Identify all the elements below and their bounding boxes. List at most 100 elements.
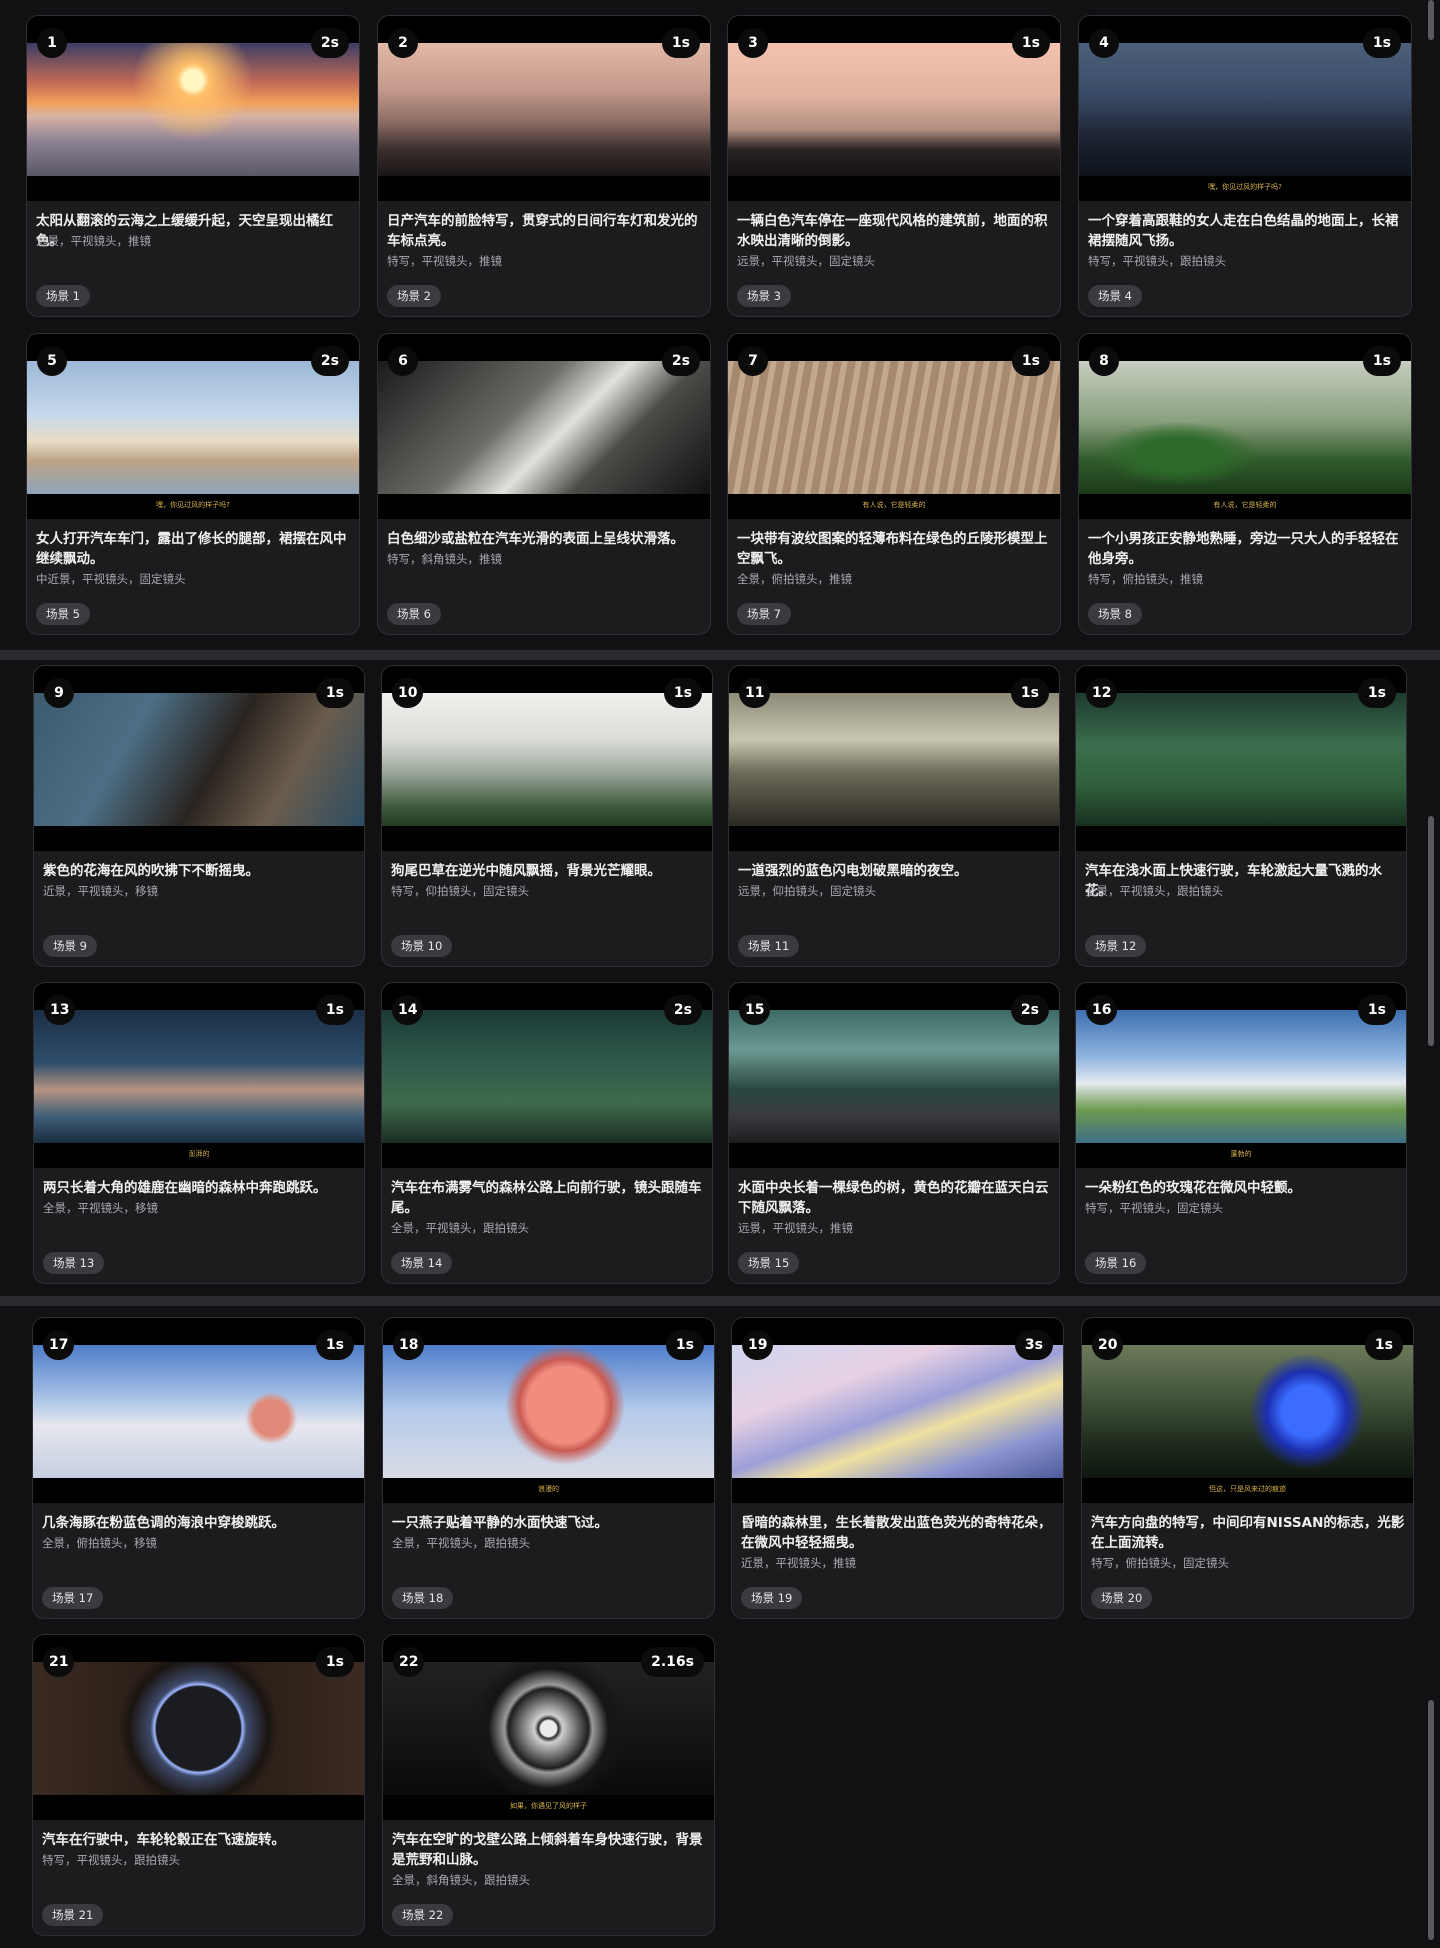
scene-card[interactable]: 2 1s 日产汽车的前脸特写，贯穿式的日间行车灯和发光的车标点亮。 特写，平视镜头，推… <box>377 15 711 317</box>
scene-thumbnail[interactable]: 1 2s <box>27 16 359 201</box>
scene-shot-tags: 全景，俯拍镜头，推镜 <box>737 572 852 586</box>
scene-card[interactable]: 11 1s 一道强烈的蓝色闪电划破黑暗的夜空。 远景，仰拍镜头，固定镜头 场景 11 <box>728 665 1060 967</box>
scene-card[interactable]: 15 2s 水面中央长着一棵绿色的树，黄色的花瓣在蓝天白云下随风飘落。 远景，平视镜头… <box>728 982 1060 1284</box>
scene-description: 汽车在布满雾气的森林公路上向前行驶，镜头跟随车尾。 <box>391 1180 702 1216</box>
scene-thumbnail[interactable]: 14 2s <box>382 983 712 1168</box>
scene-image <box>27 43 359 176</box>
scene-label-chip[interactable]: 场景 5 <box>36 603 90 625</box>
scene-card[interactable]: 1 2s 太阳从翻滚的云海之上缓缓升起，天空呈现出橘红色。 远景，平视镜头，推镜 场景 … <box>26 15 360 317</box>
scene-thumbnail[interactable]: 12 1s <box>1076 666 1406 851</box>
scene-shot-tags: 全景，俯拍镜头，移镜 <box>42 1536 157 1550</box>
scene-thumbnail[interactable]: 嘿，你见过风的样子吗? 4 1s <box>1079 16 1411 201</box>
scene-thumbnail[interactable]: 嘿，你见过风的样子吗? 5 2s <box>27 334 359 519</box>
scene-label-chip[interactable]: 场景 7 <box>737 603 791 625</box>
scene-label-chip[interactable]: 场景 13 <box>43 1252 105 1274</box>
scene-shot-tags: 远景，平视镜头，推镜 <box>36 234 151 248</box>
scene-label-chip[interactable]: 场景 9 <box>43 935 97 957</box>
scene-label-chip[interactable]: 场景 11 <box>738 935 800 957</box>
scene-subtitle: 浪漫的 <box>538 1485 559 1493</box>
scene-subtitle: 嘿，你见过风的样子吗? <box>1208 183 1282 191</box>
scene-thumbnail[interactable]: 有人说，它是轻柔的 8 1s <box>1079 334 1411 519</box>
scene-thumbnail[interactable]: 11 1s <box>729 666 1059 851</box>
scene-thumbnail[interactable]: 3 1s <box>728 16 1060 201</box>
scene-card[interactable]: 21 1s 汽车在行驶中，车轮轮毂正在飞速旋转。 特写，平视镜头，跟拍镜头 场景 21 <box>32 1634 365 1936</box>
scene-card[interactable]: 嘿，你见过风的样子吗? 5 2s 女人打开汽车车门，露出了修长的腿部，裙摆在风中继续飘… <box>26 333 360 635</box>
scene-label-chip[interactable]: 场景 14 <box>391 1252 453 1274</box>
scene-label-chip[interactable]: 场景 1 <box>36 285 90 307</box>
scene-label-chip[interactable]: 场景 12 <box>1085 935 1147 957</box>
scene-label-chip[interactable]: 场景 19 <box>741 1587 803 1609</box>
scene-label-chip[interactable]: 场景 22 <box>392 1904 454 1926</box>
scene-card[interactable]: 12 1s 汽车在浅水面上快速行驶，车轮激起大量飞溅的水花。 全景，平视镜头，跟拍镜头… <box>1075 665 1407 967</box>
scene-description: 汽车在空旷的戈壁公路上倾斜着车身快速行驶，背景是荒野和山脉。 <box>392 1832 703 1868</box>
scene-label-chip[interactable]: 场景 18 <box>392 1587 454 1609</box>
scene-card[interactable]: 14 2s 汽车在布满雾气的森林公路上向前行驶，镜头跟随车尾。全景，平视镜头，跟拍镜… <box>381 982 713 1284</box>
scene-thumbnail[interactable]: 15 2s <box>729 983 1059 1168</box>
scene-thumbnail[interactable]: 但这，只是风来过的痕迹 20 1s <box>1082 1318 1413 1503</box>
scene-label-chip[interactable]: 场景 6 <box>387 603 441 625</box>
scene-thumbnail[interactable]: 10 1s <box>382 666 712 851</box>
scene-label-chip[interactable]: 场景 20 <box>1091 1587 1153 1609</box>
scene-duration-badge: 1s <box>663 678 702 708</box>
scene-label-chip[interactable]: 场景 21 <box>42 1904 104 1926</box>
scene-duration-badge: 1s <box>1362 346 1401 376</box>
scene-image <box>34 1010 364 1143</box>
scene-card[interactable]: 嘿，你见过风的样子吗? 4 1s 一个穿着高跟鞋的女人走在白色结晶的地面上，长裙裙摆随… <box>1078 15 1412 317</box>
scene-shot-tags: 全景，斜角镜头，跟拍镜头 <box>392 1873 530 1887</box>
scene-label-chip[interactable]: 场景 3 <box>737 285 791 307</box>
scene-thumbnail[interactable]: 9 1s <box>34 666 364 851</box>
scene-duration-badge: 1s <box>1357 995 1396 1025</box>
scene-thumbnail[interactable]: 17 1s <box>33 1318 364 1503</box>
scene-card[interactable]: 17 1s 几条海豚在粉蓝色调的海浪中穿梭跳跃。 全景，俯拍镜头，移镜 场景 17 <box>32 1317 365 1619</box>
scene-thumbnail[interactable]: 有人说，它是轻柔的 7 1s <box>728 334 1060 519</box>
scene-shot-tags: 特写，平视镜头，跟拍镜头 <box>42 1853 180 1867</box>
scene-card[interactable]: 浪漫的 18 1s 一只燕子贴着平静的水面快速飞过。 全景，平视镜头，跟拍镜头 场景 18 <box>382 1317 715 1619</box>
scene-card[interactable]: 3 1s 一辆白色汽车停在一座现代风格的建筑前，地面的积水映出清晰的倒影。 远景，平视… <box>727 15 1061 317</box>
scene-label-chip[interactable]: 场景 16 <box>1085 1252 1147 1274</box>
scene-description: 一辆白色汽车停在一座现代风格的建筑前，地面的积水映出清晰的倒影。 <box>737 213 1048 249</box>
scene-duration-badge: 1s <box>1011 346 1050 376</box>
scene-shot-tags: 全景，平视镜头，移镜 <box>43 1201 158 1215</box>
scene-shot-tags: 特写，俯拍镜头，推镜 <box>1088 572 1203 586</box>
scene-thumbnail[interactable]: 浪漫的 18 1s <box>383 1318 714 1503</box>
scene-card[interactable]: 6 2s 白色细沙或盐粒在汽车光滑的表面上呈线状滑落。 特写，斜角镜头，推镜 场景 6 <box>377 333 711 635</box>
scene-label-chip[interactable]: 场景 10 <box>391 935 453 957</box>
scene-duration-badge: 3s <box>1014 1330 1053 1360</box>
scene-label-chip[interactable]: 场景 15 <box>738 1252 800 1274</box>
scene-label-chip[interactable]: 场景 2 <box>387 285 441 307</box>
scene-card[interactable]: 有人说，它是轻柔的 8 1s 一个小男孩正安静地熟睡，旁边一只大人的手轻轻在他身旁。特… <box>1078 333 1412 635</box>
scene-label-chip[interactable]: 场景 8 <box>1088 603 1142 625</box>
scene-thumbnail[interactable]: 6 2s <box>378 334 710 519</box>
scene-label-chip[interactable]: 场景 4 <box>1088 285 1142 307</box>
scene-subtitle: 蓬勃的 <box>1230 1150 1252 1158</box>
scene-label-chip[interactable]: 场景 17 <box>42 1587 104 1609</box>
scene-thumbnail[interactable]: 21 1s <box>33 1635 364 1820</box>
scene-duration-badge: 1s <box>315 1647 354 1677</box>
scene-number-badge: 9 <box>44 678 74 708</box>
scene-thumbnail[interactable]: 澎湃的 13 1s <box>34 983 364 1168</box>
scene-number-badge: 1 <box>37 28 67 58</box>
scene-duration-badge: 1s <box>315 995 354 1025</box>
scene-image <box>383 1345 714 1478</box>
scene-card[interactable]: 10 1s 狗尾巴草在逆光中随风飘摇，背景光芒耀眼。 特写，仰拍镜头，固定镜头 场景 1… <box>381 665 713 967</box>
scene-card[interactable]: 有人说，它是轻柔的 7 1s 一块带有波纹图案的轻薄布料在绿色的丘陵形模型上空飘飞。全… <box>727 333 1061 635</box>
scrollbar-thumb-middle[interactable] <box>1428 816 1434 1046</box>
scene-description: 一道强烈的蓝色闪电划破黑暗的夜空。 <box>738 863 968 879</box>
scene-thumbnail[interactable]: 2 1s <box>378 16 710 201</box>
scene-shot-tags: 全景，平视镜头，跟拍镜头 <box>391 1221 529 1235</box>
scene-image <box>1082 1345 1413 1478</box>
scene-card[interactable]: 19 3s 昏暗的森林里，生长着散发出蓝色荧光的奇特花朵，在微风中轻轻摇曳。 近景，平… <box>731 1317 1064 1619</box>
scene-shot-tags: 全景，平视镜头，跟拍镜头 <box>1085 884 1223 898</box>
scene-thumbnail[interactable]: 蓬勃的 16 1s <box>1076 983 1406 1168</box>
scene-thumbnail[interactable]: 如果，你遇见了风的样子 22 2.16s <box>383 1635 714 1820</box>
scene-duration-badge: 2s <box>1010 995 1049 1025</box>
scene-card[interactable]: 如果，你遇见了风的样子 22 2.16s 汽车在空旷的戈壁公路上倾斜着车身快速行驶，背… <box>382 1634 715 1936</box>
scrollbar-thumb-top[interactable] <box>1428 0 1434 40</box>
scene-card[interactable]: 9 1s 紫色的花海在风的吹拂下不断摇曳。 近景，平视镜头，移镜 场景 9 <box>33 665 365 967</box>
scene-card[interactable]: 但这，只是风来过的痕迹 20 1s 汽车方向盘的特写，中间印有NISSAN的标志，光影… <box>1081 1317 1414 1619</box>
scene-thumbnail[interactable]: 19 3s <box>732 1318 1063 1503</box>
scene-shot-tags: 近景，平视镜头，推镜 <box>741 1556 856 1570</box>
scene-card[interactable]: 澎湃的 13 1s 两只长着大角的雄鹿在幽暗的森林中奔跑跳跃。 全景，平视镜头，移镜 场景… <box>33 982 365 1284</box>
scrollbar-thumb-bottom[interactable] <box>1428 1700 1434 1940</box>
scene-card[interactable]: 蓬勃的 16 1s 一朵粉红色的玫瑰花在微风中轻颤。 特写，平视镜头，固定镜头 场景 16 <box>1075 982 1407 1284</box>
